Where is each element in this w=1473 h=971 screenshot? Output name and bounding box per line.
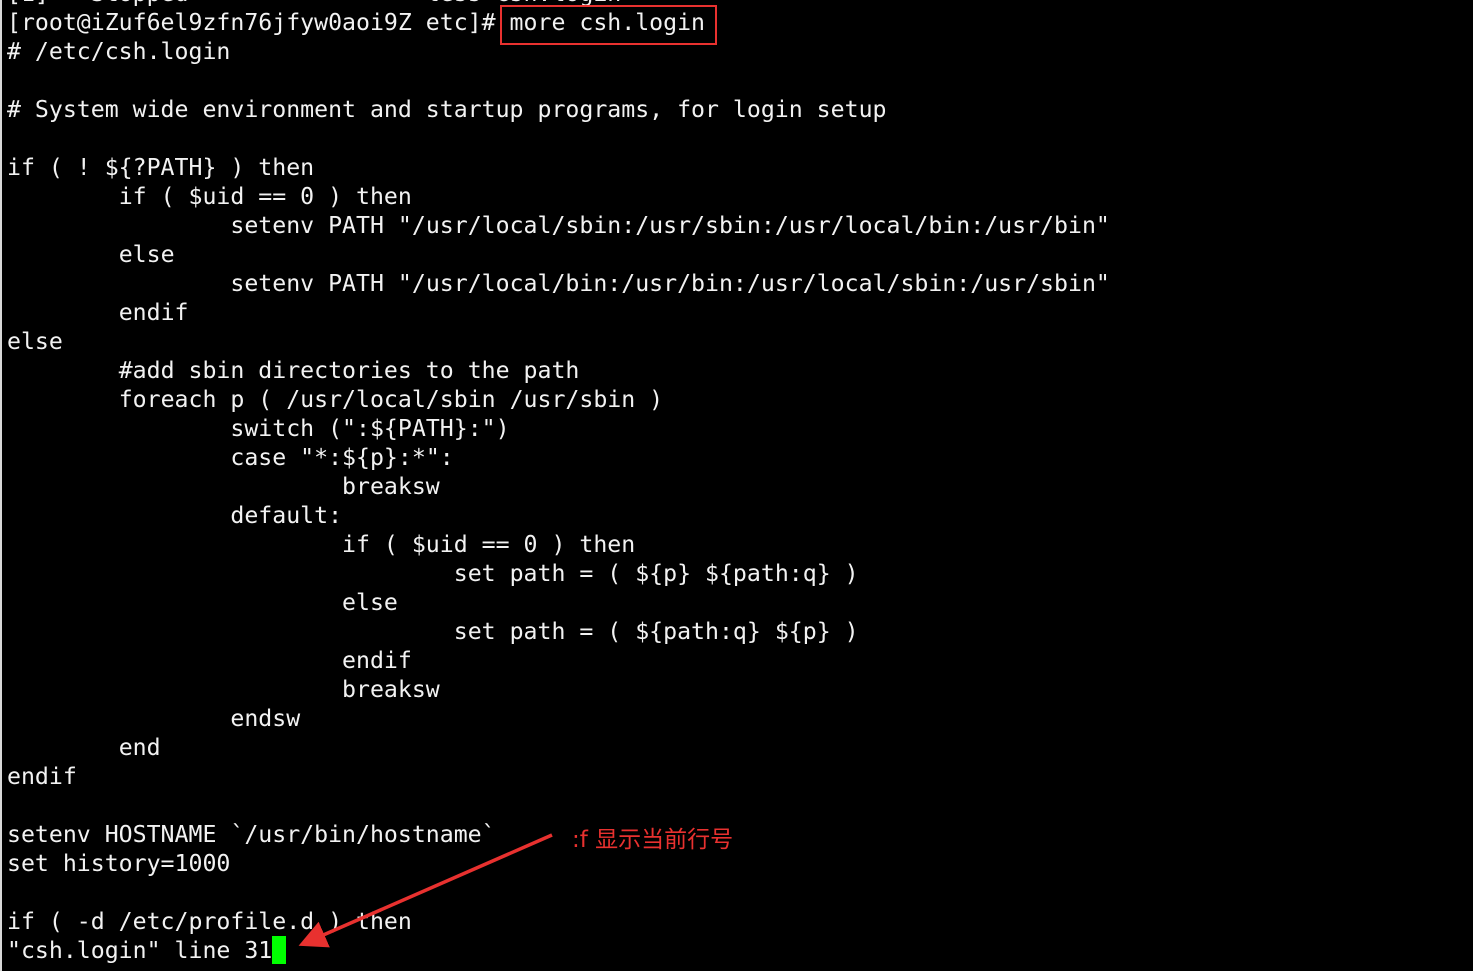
arrow-annotation-icon [298,833,553,948]
annotation-note: :f 显示当前行号 [572,827,734,853]
